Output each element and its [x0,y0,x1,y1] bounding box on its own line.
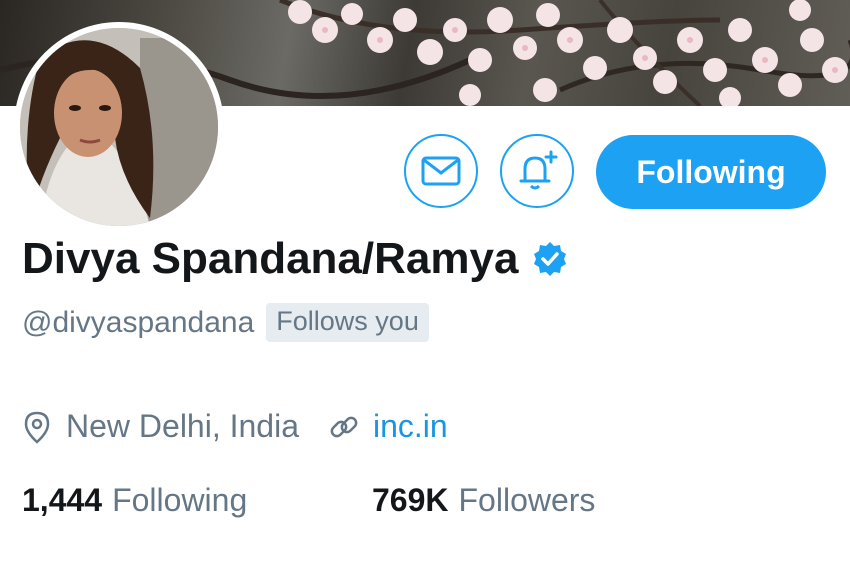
location-text: New Delhi, India [66,408,299,444]
bell-plus-icon [519,150,558,190]
followers-count: 769K [372,482,449,518]
link-icon [330,416,358,437]
user-handle: @divyaspandana [22,305,255,339]
followers-stat[interactable]: 769K Followers [372,482,595,519]
location: New Delhi, India [22,408,299,445]
message-button[interactable] [404,134,478,208]
following-button[interactable]: Following [596,135,826,209]
website-link[interactable]: inc.in [373,408,448,445]
following-count: 1,444 [22,482,103,518]
following-button-label: Following [636,153,786,190]
followers-label: Followers [458,482,596,518]
follows-you-badge: Follows you [266,303,429,342]
profile-meta: New Delhi, India inc.in [22,408,448,445]
envelope-icon [421,156,461,186]
profile-stats: 1,444 Following 769K Followers [22,482,595,519]
location-pin-icon [24,411,50,444]
display-name: Divya Spandana/Ramya [22,234,519,283]
website[interactable]: inc.in [327,408,448,445]
display-name-row: Divya Spandana/Ramya [22,234,568,284]
following-stat[interactable]: 1,444 Following [22,482,247,519]
handle-row: @divyaspandana Follows you [22,303,429,342]
notifications-button[interactable] [500,134,574,208]
avatar[interactable] [14,22,224,232]
following-label: Following [112,482,248,518]
verified-badge-icon [532,241,568,277]
avatar-photo [20,28,218,226]
